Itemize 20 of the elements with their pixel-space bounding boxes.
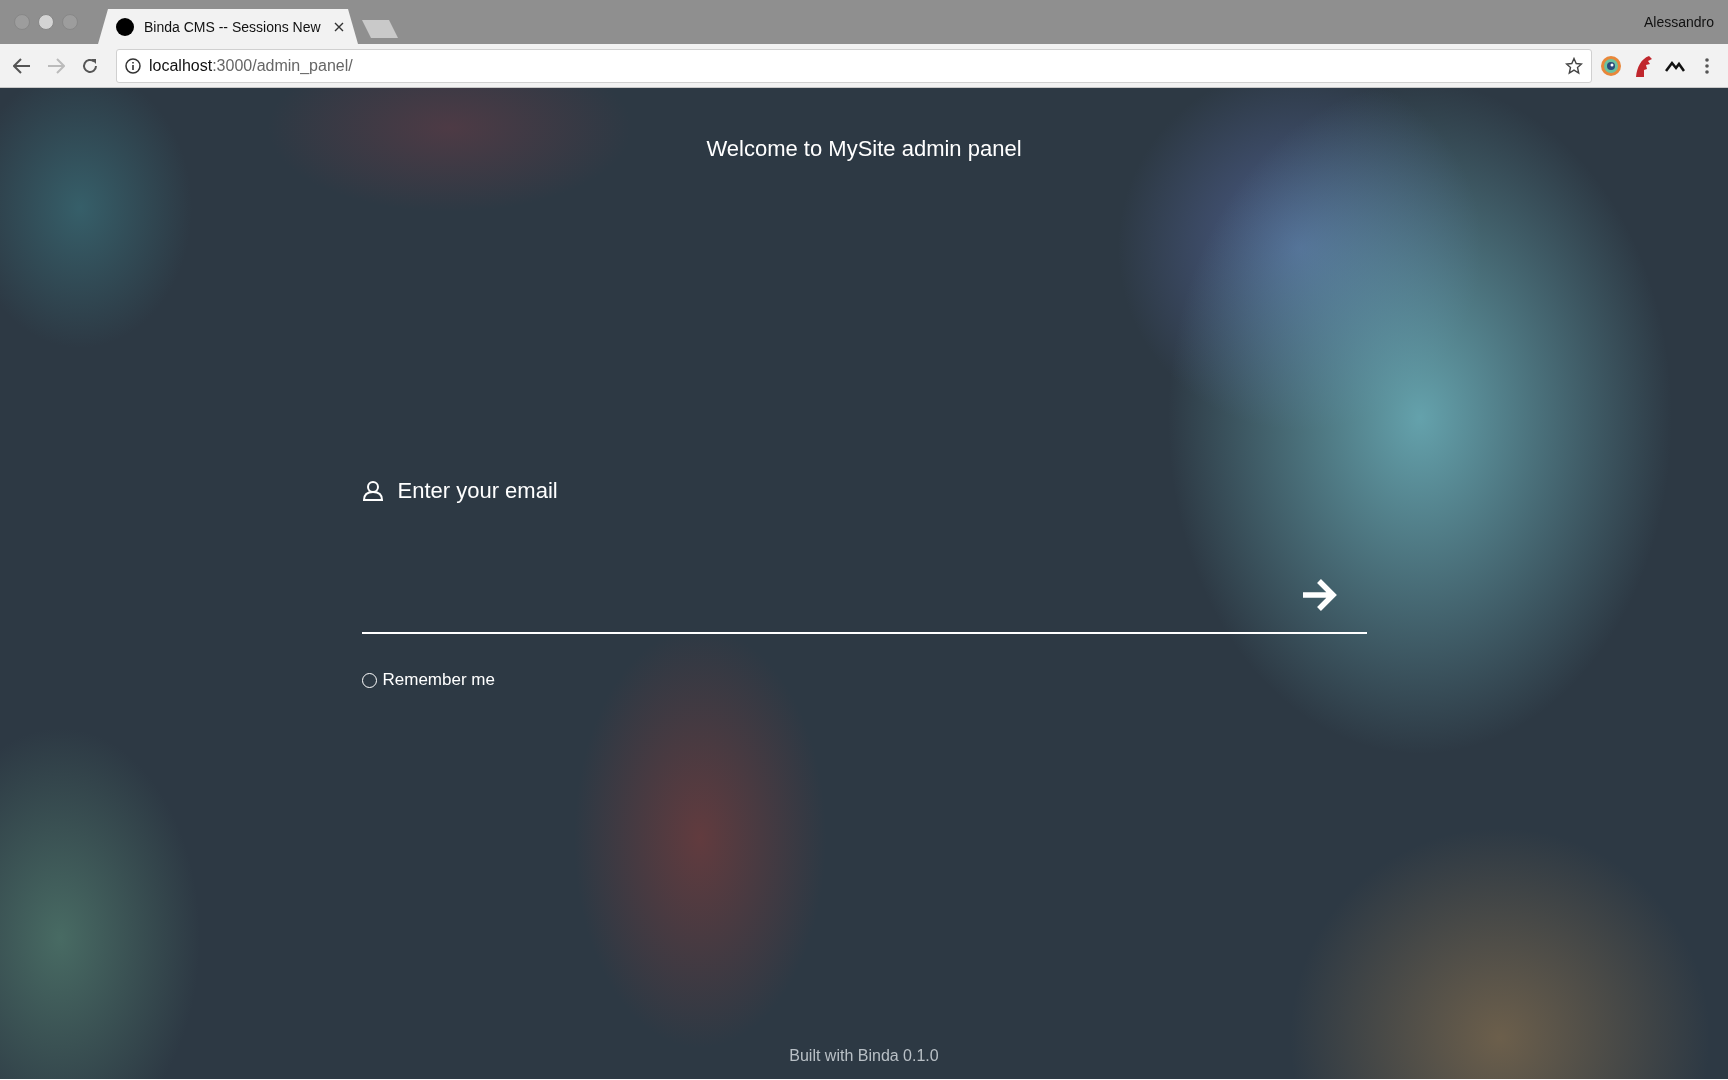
url-text: localhost:3000/admin_panel/	[149, 56, 354, 75]
remember-me-option[interactable]: Remember me	[361, 670, 495, 690]
address-bar[interactable]: localhost:3000/admin_panel/	[116, 48, 1592, 83]
eye-icon[interactable]	[1600, 54, 1622, 77]
page-heading: Welcome to MySite admin panel	[706, 136, 1022, 162]
profile-name[interactable]: Alessandro	[1643, 14, 1714, 30]
mountain-icon[interactable]	[1665, 59, 1685, 72]
info-icon[interactable]	[125, 57, 141, 74]
menu-icon[interactable]	[1705, 57, 1709, 74]
arrow-right-icon	[1300, 578, 1337, 612]
star-icon[interactable]	[1565, 56, 1583, 75]
email-label: Enter your email	[397, 478, 558, 504]
user-icon	[361, 480, 384, 502]
forward-icon	[47, 57, 65, 74]
back-icon	[13, 57, 31, 74]
dot-icon	[116, 17, 134, 36]
footer-text: Built with Binda 0.1.0	[788, 1047, 940, 1065]
close-icon[interactable]	[334, 21, 344, 32]
reload-icon	[81, 56, 99, 75]
browser-tab[interactable]: Binda CMS -- Sessions New	[98, 9, 358, 44]
